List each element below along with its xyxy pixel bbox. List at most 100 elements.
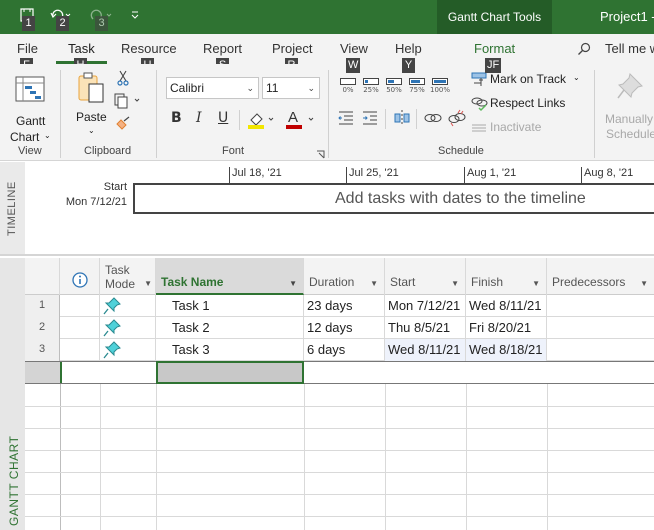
- percent-complete-50-button[interactable]: 50%: [384, 78, 404, 94]
- row-header-selected[interactable]: [25, 362, 60, 383]
- table-row[interactable]: 3 Task 3 6 days Wed 8/11/21 Wed 8/18/21: [25, 339, 654, 361]
- grid-row-line: [25, 450, 654, 451]
- font-size-select[interactable]: 11 ⌄: [262, 77, 320, 99]
- col-finish[interactable]: Finish ▼: [466, 258, 547, 295]
- format-painter-icon[interactable]: [115, 116, 131, 133]
- filter-dropdown-icon[interactable]: ▼: [370, 279, 378, 288]
- separator: [416, 109, 417, 129]
- duration-cell[interactable]: 6 days: [304, 339, 385, 361]
- info-icon: [72, 272, 88, 291]
- timeline-tick: Aug 1, '21: [464, 167, 516, 183]
- unlink-tasks-icon[interactable]: [448, 109, 466, 130]
- customize-qat-icon[interactable]: [130, 10, 140, 24]
- indicators-cell[interactable]: [60, 317, 100, 339]
- filter-dropdown-icon[interactable]: ▼: [532, 279, 540, 288]
- filter-dropdown-icon[interactable]: ▼: [289, 279, 297, 288]
- filter-dropdown-icon[interactable]: ▼: [144, 279, 152, 288]
- predecessors-cell[interactable]: [547, 339, 654, 361]
- predecessors-cell[interactable]: [547, 317, 654, 339]
- col-task-name-label: Task Name: [161, 275, 224, 289]
- group-label-font: Font: [222, 145, 245, 157]
- new-task-row[interactable]: [25, 361, 654, 384]
- percent-bar-icon: [363, 78, 379, 85]
- filter-dropdown-icon[interactable]: ▼: [451, 279, 459, 288]
- underline-button[interactable]: U: [218, 110, 228, 126]
- inactivate-button[interactable]: Inactivate: [471, 119, 561, 137]
- font-color-button[interactable]: A: [285, 108, 317, 133]
- col-duration[interactable]: Duration ▼: [304, 258, 385, 295]
- dialog-launcher-icon[interactable]: [316, 148, 325, 162]
- svg-text:A: A: [288, 109, 298, 126]
- col-task-mode[interactable]: Task Mode ▼: [100, 258, 156, 295]
- filter-dropdown-icon[interactable]: ▼: [640, 279, 648, 288]
- grid-row-line: [25, 406, 654, 407]
- col-start[interactable]: Start ▼: [385, 258, 466, 295]
- bold-button[interactable]: B: [171, 110, 182, 126]
- col-finish-label: Finish: [471, 275, 504, 289]
- task-mode-cell[interactable]: [100, 317, 156, 339]
- search-icon[interactable]: [577, 42, 591, 59]
- duration-cell[interactable]: 12 days: [304, 317, 385, 339]
- task-name-cell[interactable]: Task 1: [156, 295, 304, 317]
- finish-cell[interactable]: Fri 8/20/21: [466, 317, 547, 339]
- tab-task[interactable]: Task: [56, 41, 107, 64]
- timeline-pane[interactable]: TIMELINE Start Mon 7/12/21 Add tasks wit…: [0, 162, 654, 256]
- split-task-icon[interactable]: [393, 109, 411, 130]
- task-name-cell[interactable]: Task 2: [156, 317, 304, 339]
- percent-complete-25-button[interactable]: 25%: [361, 78, 381, 94]
- row-number[interactable]: 3: [25, 339, 60, 361]
- tab-resource[interactable]: Resource: [121, 41, 177, 56]
- start-cell[interactable]: Thu 8/5/21: [385, 317, 466, 339]
- tab-format[interactable]: Format: [474, 41, 515, 56]
- tab-project[interactable]: Project: [272, 41, 312, 56]
- cut-icon[interactable]: [116, 70, 130, 89]
- font-family-select[interactable]: Calibri ⌄: [166, 77, 259, 99]
- finish-cell[interactable]: Wed 8/11/21: [466, 295, 547, 317]
- finish-cell[interactable]: Wed 8/18/21: [466, 339, 547, 361]
- tab-view[interactable]: View: [340, 41, 368, 56]
- table-row[interactable]: 1 Task 1 23 days Mon 7/12/21 Wed 8/11/21: [25, 295, 654, 317]
- tab-file[interactable]: File: [17, 41, 38, 56]
- start-cell[interactable]: Wed 8/11/21: [385, 339, 466, 361]
- keytip-format: JF: [485, 58, 502, 73]
- select-all-corner[interactable]: [25, 258, 60, 295]
- indicators-cell[interactable]: [60, 339, 100, 361]
- duration-cell[interactable]: 23 days: [304, 295, 385, 317]
- tab-help[interactable]: Help: [395, 41, 422, 56]
- copy-icon[interactable]: [114, 93, 142, 112]
- chevron-down-icon: ⌄: [573, 73, 580, 82]
- percent-label: 75%: [409, 86, 425, 94]
- indicators-cell[interactable]: [60, 295, 100, 317]
- percent-complete-100-button[interactable]: 100%: [430, 78, 450, 94]
- indent-icon[interactable]: [362, 111, 378, 128]
- col-task-name[interactable]: Task Name ▼: [156, 258, 304, 295]
- task-mode-cell[interactable]: [100, 295, 156, 317]
- mark-on-track-button[interactable]: Mark on Track ⌄: [471, 71, 586, 89]
- task-name-cell[interactable]: Task 3: [156, 339, 304, 361]
- percent-complete-75-button[interactable]: 75%: [407, 78, 427, 94]
- paste-button[interactable]: Paste ⌄: [72, 70, 110, 138]
- active-cell[interactable]: [156, 361, 304, 384]
- col-predecessors-label: Predecessors: [552, 275, 626, 289]
- table-row[interactable]: 2 Task 2 12 days Thu 8/5/21 Fri 8/20/21: [25, 317, 654, 339]
- predecessors-cell[interactable]: [547, 295, 654, 317]
- italic-button[interactable]: I: [196, 110, 202, 126]
- grid-row-line: [25, 472, 654, 473]
- respect-links-button[interactable]: Respect Links: [471, 95, 571, 113]
- task-mode-cell[interactable]: [100, 339, 156, 361]
- row-number[interactable]: 2: [25, 317, 60, 339]
- percent-complete-0-button[interactable]: 0%: [338, 78, 358, 94]
- outdent-icon[interactable]: [338, 111, 354, 128]
- row-number[interactable]: 1: [25, 295, 60, 317]
- percent-label: 0%: [342, 86, 354, 94]
- start-cell[interactable]: Mon 7/12/21: [385, 295, 466, 317]
- tell-me-search[interactable]: Tell me w: [605, 41, 654, 56]
- tab-report[interactable]: Report: [203, 41, 242, 56]
- highlight-color-button[interactable]: [247, 110, 277, 133]
- manually-schedule-button[interactable]: Manually Schedule: [603, 70, 654, 141]
- timeline-placeholder: Add tasks with dates to the timeline: [335, 190, 586, 207]
- gantt-chart-button[interactable]: Gantt Chart ⌄: [10, 68, 52, 144]
- col-predecessors[interactable]: Predecessors ▼: [547, 258, 654, 295]
- link-tasks-icon[interactable]: [424, 111, 442, 128]
- col-indicators[interactable]: [60, 258, 100, 295]
